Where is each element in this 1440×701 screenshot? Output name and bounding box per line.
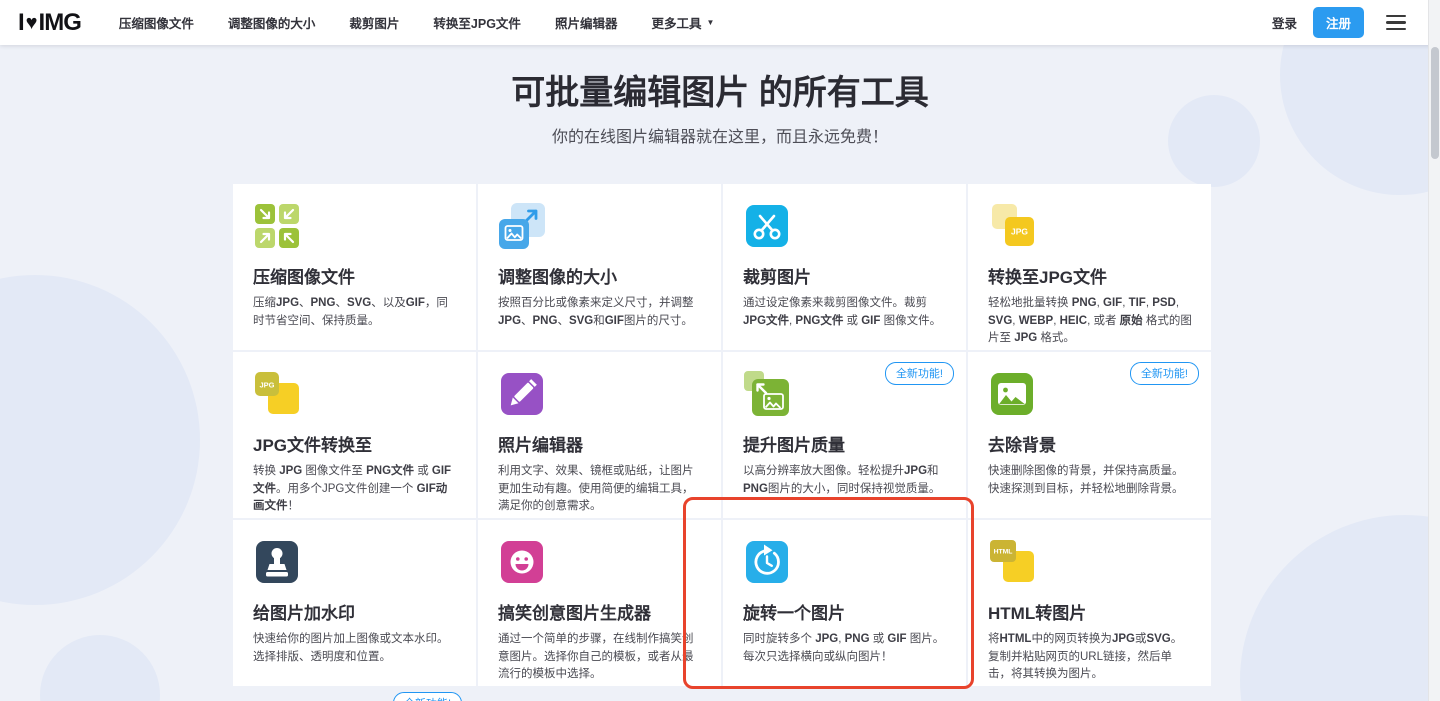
- login-link[interactable]: 登录: [1272, 13, 1297, 32]
- tool-description: 将HTML中的网页转换为JPG或SVG。复制并粘贴网页的URL链接，然后单击，将…: [988, 632, 1183, 681]
- heart-icon: ♥: [25, 11, 38, 34]
- tool-title: 旋转一个图片: [743, 603, 845, 623]
- nav-item-label: 照片编辑器: [554, 17, 618, 31]
- nav-item-label: 压缩图像文件: [118, 17, 194, 31]
- tool-title: 去除背景: [988, 435, 1056, 455]
- nav-item-label: 裁剪图片: [349, 17, 400, 31]
- navbar-actions: 登录 注册: [1272, 7, 1422, 38]
- chevron-down-icon: ▼: [706, 18, 715, 27]
- nav-item-compress-image[interactable]: 压缩图像文件: [119, 13, 194, 32]
- tool-card-compress-image[interactable]: 压缩图像文件 压缩JPG、PNG、SVG、以及GIF，同时节省空间、保持质量。: [233, 183, 476, 350]
- tool-title: JPG文件转换至: [253, 435, 373, 455]
- tool-card-upscale-image[interactable]: 全新功能! 提升图片质量 以高分辨率放大图像。轻松提升JPG和PNG图片的大小，…: [723, 351, 966, 518]
- tool-title: 给图片加水印: [253, 603, 355, 623]
- logo-text-img: IMG: [38, 8, 82, 36]
- svg-text:JPG: JPG: [1011, 226, 1028, 236]
- svg-text:JPG: JPG: [259, 380, 274, 389]
- rotate-image-icon: [743, 538, 791, 586]
- tool-description: 按照百分比或像素来定义尺寸，并调整 JPG、PNG、SVG和GIF图片的尺寸。: [498, 296, 694, 327]
- tool-card-meme-generator[interactable]: 搞笑创意图片生成器 通过一个简单的步骤，在线制作搞笑创意图片。选择你自己的模板，…: [478, 519, 721, 686]
- tool-description: 轻松地批量转换 PNG, GIF, TIF, PSD, SVG, WEBP, H…: [988, 296, 1192, 345]
- tools-grid: 压缩图像文件 压缩JPG、PNG、SVG、以及GIF，同时节省空间、保持质量。 …: [233, 183, 1211, 686]
- tool-description: 快速给你的图片加上图像或文本水印。选择排版、透明度和位置。: [253, 632, 449, 663]
- nav-item-photo-editor[interactable]: 照片编辑器: [555, 13, 618, 32]
- page-subtitle: 你的在线图片编辑器就在这里，而且永远免费！: [551, 128, 888, 146]
- upscale-image-icon: [743, 370, 791, 418]
- site-logo[interactable]: I ♥ IMG: [18, 8, 82, 36]
- new-feature-badge-partial: 全新功能!: [393, 692, 463, 701]
- tool-title: 提升图片质量: [743, 435, 845, 455]
- nav-item-crop-image[interactable]: 裁剪图片: [349, 13, 399, 32]
- tool-card-remove-background[interactable]: 全新功能! 去除背景 快速删除图像的背景，并保持高质量。快速探测到目标，并轻松地…: [968, 351, 1211, 518]
- tool-title: 照片编辑器: [498, 435, 583, 455]
- main-content: 可批量编辑图片 的所有工具 你的在线图片编辑器就在这里，而且永远免费！ 压缩图像…: [0, 45, 1440, 701]
- page-title: 可批量编辑图片 的所有工具: [511, 74, 929, 112]
- jpg-convert-icon: JPG: [253, 370, 301, 418]
- stamp-watermark-icon: [253, 538, 301, 586]
- logo-text-i: I: [18, 8, 25, 36]
- tool-title: 裁剪图片: [743, 267, 811, 287]
- compress-image-icon: [253, 202, 301, 250]
- background-decoration-circle: [1240, 515, 1440, 701]
- tool-card-resize-image[interactable]: 调整图像的大小 按照百分比或像素来定义尺寸，并调整 JPG、PNG、SVG和GI…: [478, 183, 721, 350]
- nav-item-resize-image[interactable]: 调整图像的大小: [228, 13, 316, 32]
- tool-description: 通过一个简单的步骤，在线制作搞笑创意图片。选择你自己的模板，或者从最流行的模板中…: [498, 632, 694, 681]
- svg-text:HTML: HTML: [994, 548, 1013, 555]
- tool-card-html-to-image[interactable]: HTML HTML转图片 将HTML中的网页转换为JPG或SVG。复制并粘贴网页…: [968, 519, 1211, 686]
- tool-title: 调整图像的大小: [498, 267, 617, 287]
- tool-card-watermark-image[interactable]: 给图片加水印 快速给你的图片加上图像或文本水印。选择排版、透明度和位置。: [233, 519, 476, 686]
- scrollbar-thumb[interactable]: [1431, 47, 1439, 159]
- tool-description: 转换 JPG 图像文件至 PNG文件 或 GIF文件。用多个JPG文件创建一个 …: [253, 464, 452, 513]
- background-decoration-circle: [0, 275, 200, 605]
- tool-description: 利用文字、效果、镜框或贴纸，让图片更加生动有趣。使用简便的编辑工具，满足你的创意…: [498, 464, 694, 513]
- nav-item-more-tools[interactable]: 更多工具 ▼: [651, 13, 714, 32]
- register-button[interactable]: 注册: [1312, 7, 1364, 38]
- nav-item-label: 转换至JPG文件: [433, 17, 521, 31]
- new-feature-badge: 全新功能!: [1129, 361, 1199, 385]
- tool-description: 快速删除图像的背景，并保持高质量。快速探测到目标，并轻松地删除背景。: [988, 464, 1184, 495]
- tool-title: 搞笑创意图片生成器: [498, 603, 651, 623]
- top-navbar: I ♥ IMG 压缩图像文件 调整图像的大小 裁剪图片 转换至JPG文件 照片编…: [0, 0, 1440, 45]
- nav-item-convert-to-jpg[interactable]: 转换至JPG文件: [433, 13, 521, 32]
- tool-description: 通过设定像素来裁剪图像文件。裁剪 JPG文件, PNG文件 或 GIF 图像文件…: [743, 296, 942, 327]
- new-feature-badge: 全新功能!: [884, 361, 954, 385]
- html-file-icon: HTML: [988, 538, 1036, 586]
- nav-item-label: 调整图像的大小: [227, 17, 316, 31]
- nav-item-label: 更多工具: [651, 17, 702, 31]
- vertical-scrollbar[interactable]: [1428, 0, 1440, 701]
- tool-description: 以高分辨率放大图像。轻松提升JPG和PNG图片的大小，同时保持视觉质量。: [743, 464, 941, 495]
- background-decoration-circle: [40, 635, 160, 701]
- pencil-edit-icon: [498, 370, 546, 418]
- background-decoration-circle: [1280, 45, 1440, 195]
- tool-card-convert-to-jpg[interactable]: JPG 转换至JPG文件 轻松地批量转换 PNG, GIF, TIF, PSD,…: [968, 183, 1211, 350]
- tool-title: HTML转图片: [988, 603, 1087, 623]
- tool-title: 转换至JPG文件: [988, 267, 1108, 287]
- remove-background-icon: [988, 370, 1036, 418]
- hamburger-menu-icon[interactable]: [1386, 14, 1406, 31]
- tool-card-convert-from-jpg[interactable]: JPG JPG文件转换至 转换 JPG 图像文件至 PNG文件 或 GIF文件。…: [233, 351, 476, 518]
- tool-title: 压缩图像文件: [253, 267, 355, 287]
- tool-card-crop-image[interactable]: 裁剪图片 通过设定像素来裁剪图像文件。裁剪 JPG文件, PNG文件 或 GIF…: [723, 183, 966, 350]
- crop-scissors-icon: [743, 202, 791, 250]
- main-navigation: 压缩图像文件 调整图像的大小 裁剪图片 转换至JPG文件 照片编辑器 更多工具 …: [119, 13, 715, 32]
- tool-description: 压缩JPG、PNG、SVG、以及GIF，同时节省空间、保持质量。: [253, 296, 448, 327]
- meme-smiley-icon: [498, 538, 546, 586]
- tool-card-photo-editor[interactable]: 照片编辑器 利用文字、效果、镜框或贴纸，让图片更加生动有趣。使用简便的编辑工具，…: [478, 351, 721, 518]
- resize-image-icon: [498, 202, 546, 250]
- tool-card-rotate-image[interactable]: 旋转一个图片 同时旋转多个 JPG, PNG 或 GIF 图片。每次只选择横向或…: [723, 519, 966, 686]
- jpg-file-icon: JPG: [988, 202, 1036, 250]
- tool-description: 同时旋转多个 JPG, PNG 或 GIF 图片。每次只选择横向或纵向图片！: [743, 632, 945, 663]
